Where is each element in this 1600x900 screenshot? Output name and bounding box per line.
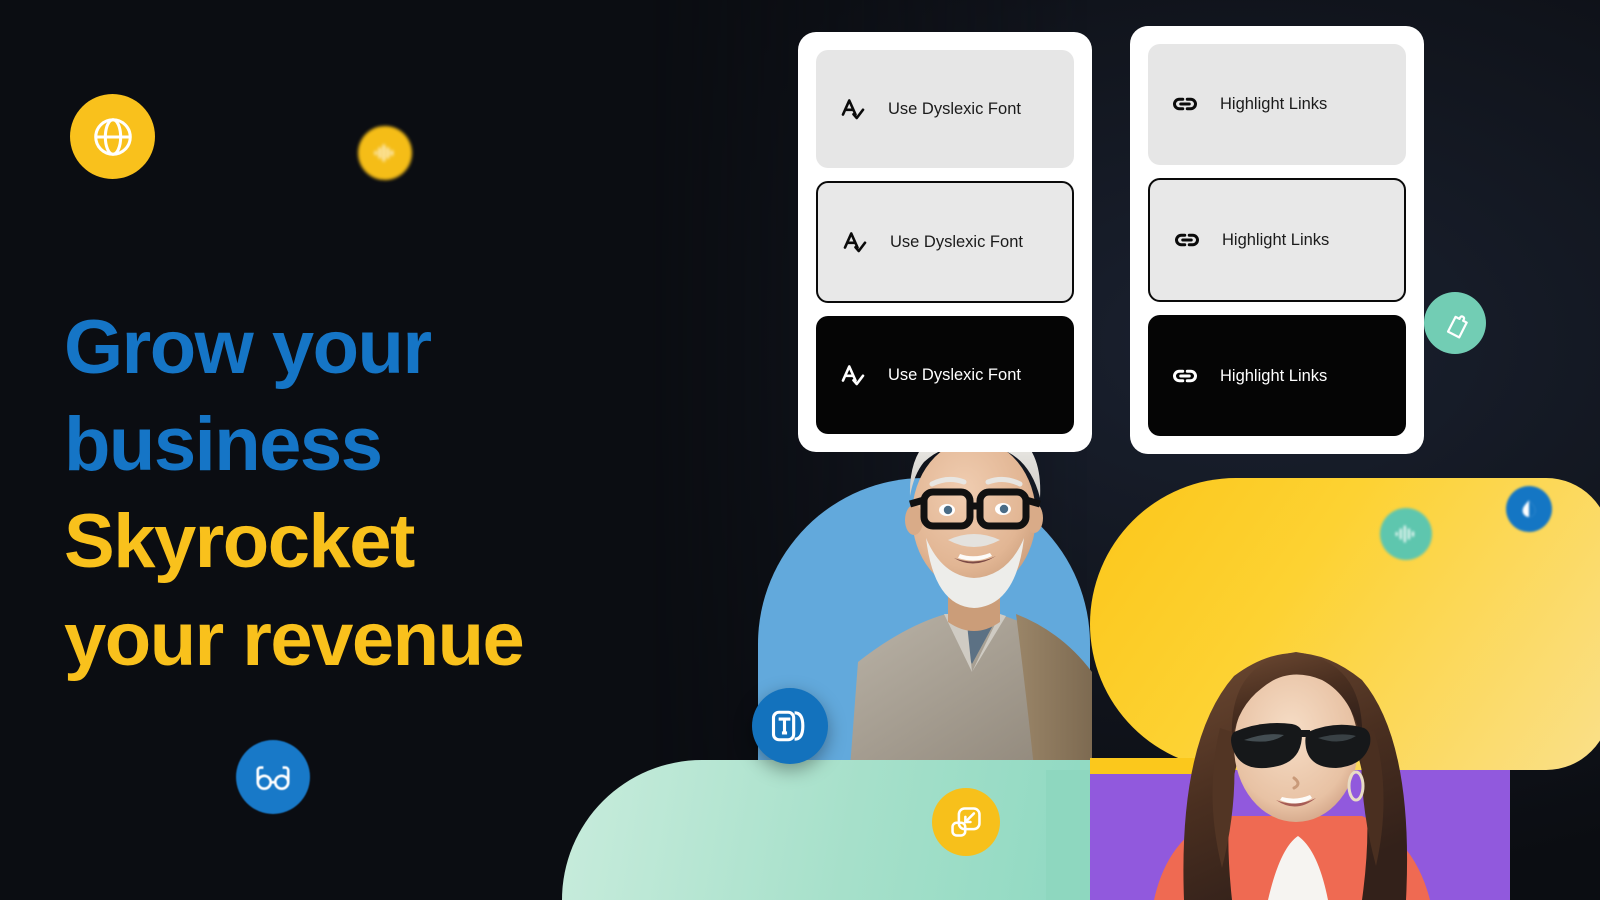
audio-wave-badge-mint[interactable] [1380,508,1432,560]
link-icon [1170,225,1204,255]
option-label: Use Dyslexic Font [888,365,1021,384]
globe-badge[interactable] [70,94,155,179]
a-check-icon [838,227,872,257]
link-icon [1168,361,1202,391]
option-label: Highlight Links [1220,95,1328,114]
option-links-default[interactable]: Highlight Links [1148,44,1406,165]
headline-line-3: Skyrocket [64,499,415,585]
glasses-icon [256,766,290,791]
link-icon [1168,89,1202,119]
a-check-icon [836,360,870,390]
highlight-links-card: Highlight Links Highlight Links Highligh… [1130,26,1424,454]
globe-icon [93,117,132,156]
text-format-badge[interactable] [752,688,828,764]
option-links-filled[interactable]: Highlight Links [1148,315,1406,437]
headline-line-1: Grow your [64,304,432,390]
text-format-icon [771,710,805,742]
audio-wave-icon [1395,525,1414,543]
portrait-young-woman [1148,600,1448,900]
audio-wave-badge-small[interactable] [358,126,412,180]
resize-badge[interactable] [932,788,1000,856]
option-links-outlined[interactable]: Highlight Links [1148,177,1406,303]
headline-line-4: your revenue [64,596,525,682]
option-label: Use Dyslexic Font [890,232,1023,251]
contrast-droplet-icon [1522,500,1536,517]
mint-block-shape [1046,770,1092,900]
glasses-badge[interactable] [236,740,310,814]
option-dyslexic-outlined[interactable]: Use Dyslexic Font [816,181,1074,303]
resize-icon [951,807,981,837]
page-title: Grow your business Skyrocket your revenu… [64,299,724,688]
audio-wave-icon [374,144,393,162]
contrast-droplet-badge[interactable] [1506,486,1552,532]
option-label: Highlight Links [1220,366,1328,385]
option-label: Highlight Links [1222,230,1330,249]
headline-line-2: business [64,402,383,488]
hero-canvas: Grow your business Skyrocket your revenu… [0,0,1600,900]
mint-blob-shape [562,760,1090,900]
option-dyslexic-filled[interactable]: Use Dyslexic Font [816,316,1074,434]
a-check-icon [836,94,870,124]
option-dyslexic-default[interactable]: Use Dyslexic Font [816,50,1074,168]
dyslexic-font-card: Use Dyslexic Font Use Dyslexic Font Use … [798,32,1092,452]
option-label: Use Dyslexic Font [888,99,1021,118]
